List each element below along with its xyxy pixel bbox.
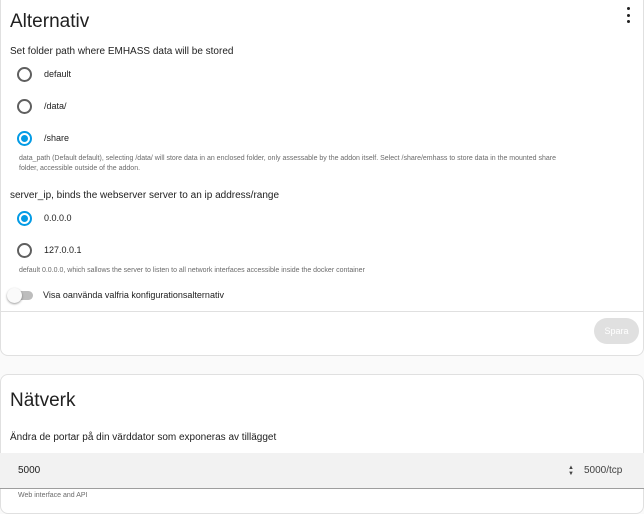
data-path-helper: data_path (Default default), selecting /… [19, 154, 556, 174]
port-helper: Web interface and API [18, 492, 88, 499]
show-unused-options-toggle-row[interactable]: Visa oanvända valfria konfigurationsalte… [7, 287, 224, 303]
radio-button[interactable] [17, 98, 32, 114]
radio-option-127-0-0-1[interactable]: 127.0.0.1 [17, 242, 82, 258]
more-vert-icon[interactable] [623, 7, 633, 23]
toggle-thumb [7, 287, 22, 303]
radio-label: 127.0.0.1 [44, 245, 82, 255]
radio-label: /share [44, 133, 70, 143]
data-path-label: Set folder path where EMHASS data will b… [10, 46, 234, 57]
save-button[interactable]: Spara [594, 318, 639, 344]
network-title: Nätverk [10, 390, 76, 411]
radio-button-checked[interactable] [17, 130, 32, 146]
port-input-field[interactable]: 5000 ▲ ▼ 5000/tcp [0, 453, 644, 489]
radio-option-share[interactable]: /share [17, 130, 69, 146]
toggle-switch[interactable] [7, 287, 33, 303]
network-description: Ändra de portar på din värddator som exp… [10, 432, 277, 443]
radio-option-data[interactable]: /data/ [17, 98, 67, 114]
radio-button-checked[interactable] [17, 210, 32, 226]
card-divider [1, 311, 644, 312]
options-card: Alternativ Set folder path where EMHASS … [0, 0, 644, 356]
radio-label: /data/ [44, 101, 67, 111]
radio-label: 0.0.0.0 [44, 213, 72, 223]
radio-label: default [44, 69, 72, 79]
network-card: Nätverk Ändra de portar på din värddator… [0, 374, 644, 514]
server-ip-helper: default 0.0.0.0, which sallows the serve… [19, 267, 365, 274]
server-ip-label: server_ip, binds the webserver server to… [10, 190, 280, 201]
helper-line: data_path (Default default), selecting /… [19, 155, 556, 162]
radio-option-0-0-0-0[interactable]: 0.0.0.0 [17, 210, 72, 226]
toggle-label: Visa oanvända valfria konfigurationsalte… [43, 290, 224, 300]
number-spinner-icon[interactable]: ▲ ▼ [567, 465, 575, 477]
radio-option-default[interactable]: default [17, 66, 71, 82]
helper-line: folder, accessible outside of the addon. [19, 165, 141, 172]
port-suffix: 5000/tcp [584, 465, 623, 476]
options-title: Alternativ [10, 11, 90, 32]
radio-button[interactable] [17, 242, 32, 258]
port-input-value[interactable]: 5000 [18, 465, 40, 476]
radio-button[interactable] [17, 66, 32, 82]
